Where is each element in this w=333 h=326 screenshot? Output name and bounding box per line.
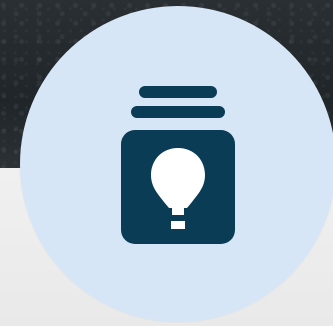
app-tile [0,0,333,326]
lightbulb-jar-icon [121,86,235,244]
